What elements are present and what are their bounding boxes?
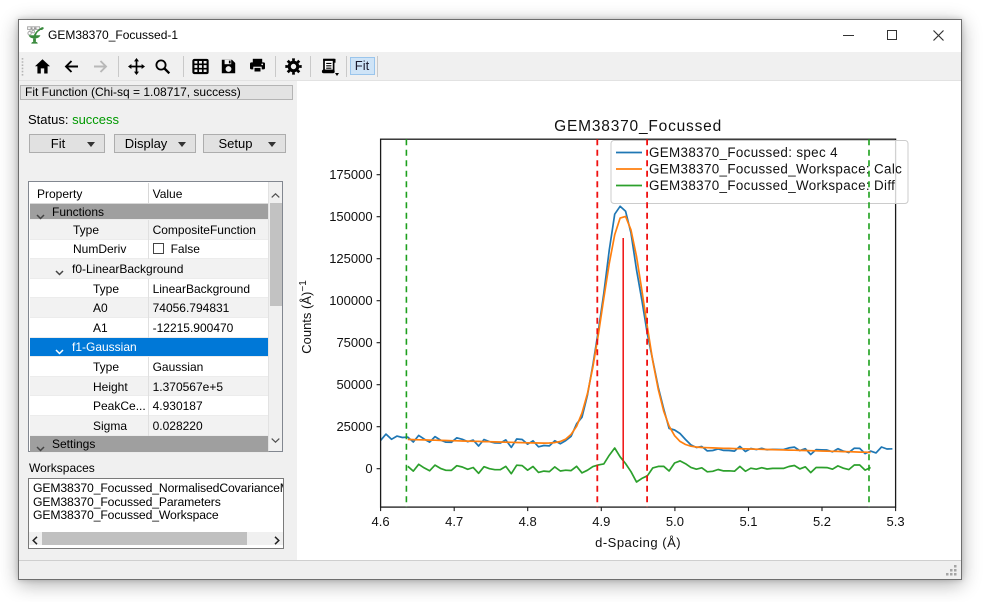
svg-text:GEM38370_Focussed_Workspace: C: GEM38370_Focussed_Workspace: Calc <box>649 162 902 177</box>
svg-text:5.3: 5.3 <box>887 514 905 529</box>
svg-text:5.0: 5.0 <box>666 514 684 529</box>
svg-text:75000: 75000 <box>336 335 372 350</box>
svg-text:GEM38370_Focussed: GEM38370_Focussed <box>554 118 722 135</box>
svg-text:25000: 25000 <box>336 419 372 434</box>
svg-text:175000: 175000 <box>329 167 372 182</box>
svg-text:d-Spacing (Å): d-Spacing (Å) <box>595 535 681 550</box>
svg-text:100000: 100000 <box>329 293 372 308</box>
svg-text:125000: 125000 <box>329 251 372 266</box>
svg-text:150000: 150000 <box>329 209 372 224</box>
svg-text:4.8: 4.8 <box>519 514 537 529</box>
svg-text:GEM38370_Focussed: spec 4: GEM38370_Focussed: spec 4 <box>649 145 838 160</box>
svg-text:4.9: 4.9 <box>592 514 610 529</box>
svg-text:4.7: 4.7 <box>445 514 463 529</box>
svg-text:5.2: 5.2 <box>813 514 831 529</box>
svg-text:50000: 50000 <box>336 377 372 392</box>
svg-text:5.1: 5.1 <box>739 514 757 529</box>
svg-text:GEM38370_Focussed_Workspace: D: GEM38370_Focussed_Workspace: Diff <box>649 178 895 193</box>
svg-text:0: 0 <box>365 461 372 476</box>
svg-text:4.6: 4.6 <box>372 514 390 529</box>
